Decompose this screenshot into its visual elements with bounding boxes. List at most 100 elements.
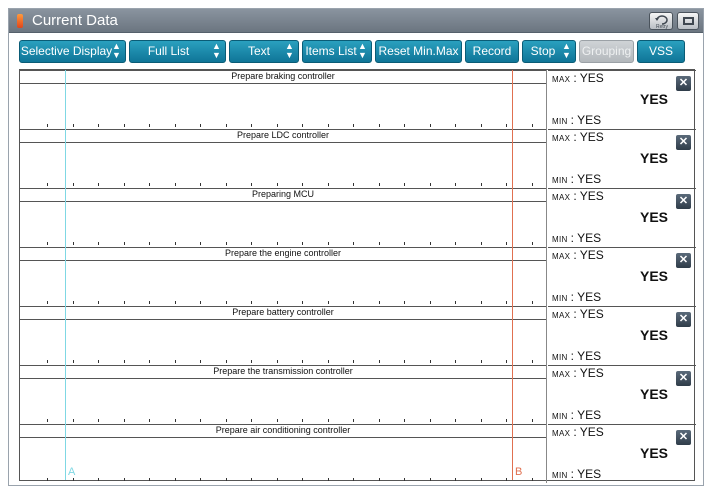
divider	[20, 260, 546, 261]
tick-mark	[124, 301, 125, 304]
tick-mark	[302, 242, 303, 245]
tick-mark	[226, 242, 227, 245]
tick-mark	[149, 419, 150, 422]
tick-mark	[404, 360, 405, 363]
retry-icon: Retry	[655, 15, 668, 30]
grouping-button[interactable]: Grouping	[579, 40, 634, 63]
data-panel: Prepare LDC controller MAX : YES YES MIN…	[20, 129, 696, 188]
tick-mark	[175, 301, 176, 304]
current-value: YES	[639, 445, 668, 461]
max-tag: MAX	[552, 370, 571, 379]
close-panel-button[interactable]: ✕	[676, 430, 691, 445]
data-panel: Prepare the engine controller MAX : YES …	[20, 247, 696, 306]
tick-mark	[175, 183, 176, 186]
max-value: YES	[579, 189, 604, 203]
tick-mark	[404, 124, 405, 127]
items-list-dropdown[interactable]: Items List ▲ ▼	[302, 40, 372, 63]
tick-mark	[481, 301, 482, 304]
graph-ticks	[20, 242, 546, 246]
max-readout: MAX : YES	[552, 248, 604, 262]
tick-mark	[455, 242, 456, 245]
tick-mark	[302, 478, 303, 481]
full-list-dropdown[interactable]: Full List ▲ ▼	[129, 40, 226, 63]
min-readout: MIN : YES	[552, 113, 602, 127]
tick-mark	[175, 478, 176, 481]
panel-info: MAX : YES YES MIN : YES ✕	[548, 129, 696, 188]
close-panel-button[interactable]: ✕	[676, 253, 691, 268]
vss-button[interactable]: VSS	[637, 40, 685, 63]
tick-mark	[379, 242, 380, 245]
max-readout: MAX : YES	[552, 130, 604, 144]
tick-mark	[149, 183, 150, 186]
tick-mark	[481, 478, 482, 481]
tick-mark	[124, 478, 125, 481]
tick-mark	[532, 124, 533, 127]
reset-min-max-label: Reset Min.Max	[378, 44, 459, 58]
reset-min-max-button[interactable]: Reset Min.Max	[375, 40, 462, 63]
panel-title: Prepare braking controller	[231, 71, 335, 81]
data-graph-area: Prepare braking controller MAX : YES YES…	[19, 69, 696, 483]
tick-mark	[353, 419, 354, 422]
max-tag: MAX	[552, 311, 571, 320]
max-value: YES	[579, 307, 604, 321]
tick-mark	[302, 301, 303, 304]
max-readout: MAX : YES	[552, 425, 604, 439]
close-panel-button[interactable]: ✕	[676, 194, 691, 209]
selective-display-dropdown[interactable]: Selective Display ▲ ▼	[19, 40, 126, 63]
cursor-b-line[interactable]	[512, 70, 513, 480]
tick-mark	[379, 124, 380, 127]
close-panel-button[interactable]: ✕	[676, 76, 691, 91]
retry-button[interactable]: Retry	[649, 12, 673, 30]
max-tag: MAX	[552, 75, 571, 84]
tick-mark	[481, 360, 482, 363]
tick-mark	[47, 183, 48, 186]
record-button[interactable]: Record	[465, 40, 519, 63]
min-value: YES	[577, 467, 602, 481]
tick-mark	[226, 478, 227, 481]
close-panel-button[interactable]: ✕	[676, 135, 691, 150]
tick-mark	[455, 183, 456, 186]
window-title: Current Data	[32, 12, 118, 29]
tick-mark	[200, 419, 201, 422]
tick-mark	[277, 301, 278, 304]
tick-mark	[328, 419, 329, 422]
tick-mark	[98, 301, 99, 304]
tick-mark	[47, 419, 48, 422]
tick-mark	[226, 124, 227, 127]
tick-mark	[98, 124, 99, 127]
tick-mark	[430, 301, 431, 304]
panel-title: Prepare battery controller	[232, 307, 334, 317]
panel-info: MAX : YES YES MIN : YES ✕	[548, 365, 696, 424]
tick-mark	[532, 478, 533, 481]
panel-info: MAX : YES YES MIN : YES ✕	[548, 424, 696, 483]
current-value: YES	[639, 268, 668, 284]
close-panel-button[interactable]: ✕	[676, 312, 691, 327]
selective-display-label: Selective Display	[20, 44, 113, 58]
min-readout: MIN : YES	[552, 408, 602, 422]
tick-mark	[506, 301, 507, 304]
tick-mark	[251, 478, 252, 481]
tick-mark	[149, 242, 150, 245]
tick-mark	[379, 360, 380, 363]
graph-ticks	[20, 124, 546, 128]
max-value: YES	[579, 248, 604, 262]
data-panel: Prepare air conditioning controller MAX …	[20, 424, 696, 483]
record-label: Record	[472, 44, 512, 58]
stop-dropdown[interactable]: Stop ▲ ▼	[522, 40, 576, 63]
tick-mark	[226, 183, 227, 186]
tick-mark	[430, 419, 431, 422]
tick-mark	[506, 360, 507, 363]
restore-button[interactable]	[677, 12, 699, 30]
tick-mark	[506, 242, 507, 245]
tick-mark	[251, 242, 252, 245]
cursor-a-line[interactable]	[65, 70, 66, 480]
tick-mark	[506, 478, 507, 481]
min-tag: MIN	[552, 117, 568, 126]
current-value: YES	[639, 209, 668, 225]
max-readout: MAX : YES	[552, 307, 604, 321]
text-dropdown[interactable]: Text ▲ ▼	[229, 40, 299, 63]
close-icon: ✕	[678, 431, 689, 443]
panel-info: MAX : YES YES MIN : YES ✕	[548, 188, 696, 247]
close-panel-button[interactable]: ✕	[676, 371, 691, 386]
divider	[20, 437, 546, 438]
